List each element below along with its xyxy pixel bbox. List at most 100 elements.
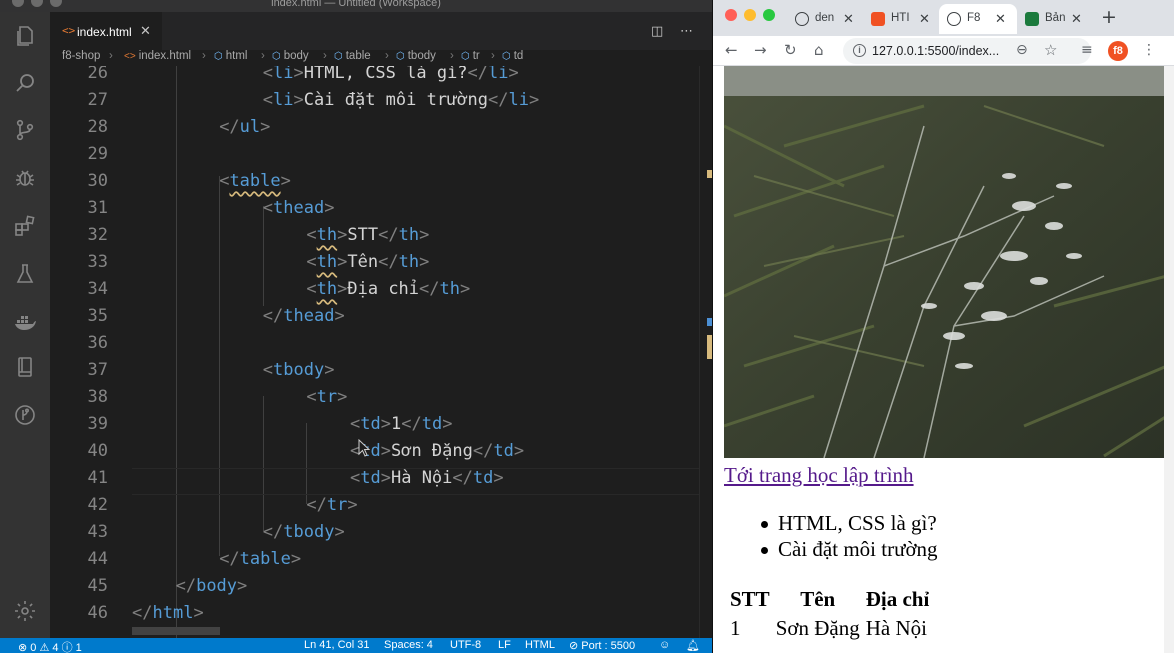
code-text: <td>1</td> (350, 414, 453, 434)
warning-count: 4 (52, 642, 59, 653)
code-line: 42 </tr> (50, 495, 700, 522)
info-icon: ⓘ (61, 642, 73, 653)
line-number: 39 (87, 414, 108, 434)
encoding[interactable]: UTF-8 (450, 639, 481, 651)
element-icon: ⬡ (396, 51, 405, 62)
table-cell: Hà Nội (865, 616, 927, 640)
breadcrumb-item[interactable]: ⬡ tbody (396, 50, 436, 62)
tab-title: HTI (891, 12, 910, 24)
debug-icon[interactable] (13, 166, 37, 190)
tab-close-icon[interactable]: ✕ (140, 24, 151, 39)
line-number: 31 (87, 198, 108, 218)
line-number: 41 (87, 468, 108, 488)
explorer-icon[interactable] (13, 24, 37, 48)
table-header-row: STT Tên Địa chỉ (728, 586, 931, 613)
reload-icon[interactable]: ↻ (784, 41, 797, 59)
code-text: </tr> (306, 495, 358, 515)
list-item: Cài đặt môi trường (724, 537, 938, 563)
breadcrumb-item[interactable]: <> index.html (124, 50, 191, 62)
url-text: 127.0.0.1:5500/index... (872, 44, 1000, 58)
line-number: 35 (87, 306, 108, 326)
feedback-icon[interactable]: ☺ (659, 639, 670, 651)
code-text: <tr> (306, 387, 348, 407)
browser-tab[interactable]: HTI ✕ (863, 4, 939, 34)
code-line: 31 <thead> (50, 198, 700, 225)
code-text: </html> (132, 603, 204, 623)
book-icon[interactable] (13, 355, 37, 379)
cursor-position[interactable]: Ln 41, Col 31 (304, 639, 369, 651)
code-editor[interactable]: 26 <li>HTML, CSS là gì?</li> 27 <li>Cài đặt… (50, 66, 700, 638)
line-number: 44 (87, 549, 108, 569)
live-server-port[interactable]: ⊘ Port : 5500 (569, 639, 635, 652)
browser-tab[interactable]: den ✕ (787, 4, 863, 34)
chevron-right-icon: › (491, 50, 495, 62)
home-icon[interactable]: ⌂ (814, 41, 824, 59)
code-line: 34 <th>Địa chỉ</th> (50, 279, 700, 306)
split-editor-icon[interactable]: ◫ (651, 24, 663, 39)
browser-tab[interactable]: Bản ✕ (1017, 4, 1091, 34)
address-bar[interactable]: i 127.0.0.1:5500/index... ⊖ ☆ (843, 38, 1091, 64)
page-link[interactable]: Tới trang học lập trình (724, 463, 914, 488)
notifications-bell-icon[interactable]: 🔔︎ (686, 639, 700, 652)
horizontal-scrollbar-thumb[interactable] (132, 627, 220, 635)
page-scrollbar-track[interactable] (1164, 66, 1174, 653)
code-text: </thead> (262, 306, 345, 326)
tab-close-icon[interactable]: ✕ (843, 11, 854, 27)
line-number: 27 (87, 90, 108, 110)
bookmark-star-icon[interactable]: ☆ (1044, 41, 1057, 59)
tab-close-icon[interactable]: ✕ (995, 11, 1006, 27)
element-icon: ⬡ (214, 51, 223, 62)
chevron-right-icon: › (109, 50, 113, 62)
code-text: <tbody> (262, 360, 335, 380)
close-window-button[interactable] (725, 9, 737, 21)
minimize-window-button[interactable] (744, 9, 756, 21)
breadcrumb-item[interactable]: f8-shop (62, 50, 100, 62)
reading-list-icon[interactable]: ≡ (1081, 42, 1093, 58)
zoom-icon[interactable]: ⊖ (1016, 42, 1028, 58)
page-bullet-list: HTML, CSS là gì? Cài đặt môi trường (724, 511, 938, 563)
problems-indicator[interactable]: ⊗ 0 ⚠ 4 ⓘ 1 (18, 639, 82, 653)
forward-arrow-icon[interactable]: → (754, 41, 767, 59)
element-icon: ⬡ (461, 51, 470, 62)
code-line: 41 <td>Hà Nội</td> (50, 468, 700, 495)
line-number: 29 (87, 144, 108, 164)
breadcrumb-label: tr (472, 50, 480, 62)
back-arrow-icon[interactable]: ← (725, 41, 738, 59)
error-icon: ⊗ (18, 642, 28, 653)
tab-close-icon[interactable]: ✕ (919, 11, 930, 27)
breadcrumb-label: html (225, 50, 248, 62)
tab-close-icon[interactable]: ✕ (1071, 11, 1082, 27)
zoom-window-button[interactable] (763, 9, 775, 21)
breadcrumb-item[interactable]: ⬡ body (272, 50, 309, 62)
testing-icon[interactable] (13, 262, 37, 286)
more-actions-icon[interactable]: ⋯ (680, 24, 693, 39)
search-icon[interactable] (13, 71, 37, 95)
settings-gear-icon[interactable] (13, 599, 37, 623)
language-mode[interactable]: HTML (525, 639, 555, 651)
indentation[interactable]: Spaces: 4 (384, 639, 433, 651)
page-table: STT Tên Địa chỉ 1 Sơn Đặng Hà Nội (726, 584, 933, 644)
code-line: 35 </thead> (50, 306, 700, 333)
chevron-right-icon: › (202, 50, 206, 62)
menu-kebab-icon[interactable]: ⋮ (1142, 42, 1156, 58)
new-tab-button[interactable]: + (1101, 6, 1117, 28)
code-line: 33 <th>Tên</th> (50, 252, 700, 279)
line-number: 30 (87, 171, 108, 191)
git-graph-icon[interactable] (13, 403, 37, 427)
page-viewport: Tới trang học lập trình HTML, CSS là gì?… (713, 66, 1174, 653)
element-icon: ⬡ (502, 51, 511, 62)
breadcrumb-item[interactable]: ⬡ table (334, 50, 371, 62)
browser-tab-active[interactable]: F8 ✕ (939, 4, 1017, 34)
error-count: 0 (30, 642, 37, 653)
breadcrumb-item[interactable]: ⬡ html (214, 50, 247, 62)
extensions-icon[interactable] (13, 214, 37, 238)
tab-index-html[interactable]: <> index.html ✕ (50, 12, 162, 50)
docker-icon[interactable] (13, 310, 37, 334)
site-info-icon[interactable]: i (853, 44, 866, 57)
breadcrumb-item[interactable]: ⬡ td (502, 50, 523, 62)
line-ending[interactable]: LF (498, 639, 511, 651)
breadcrumb-item[interactable]: ⬡ tr (461, 50, 480, 62)
list-item: HTML, CSS là gì? (724, 511, 938, 537)
f8-extension-icon[interactable]: f8 (1108, 41, 1128, 61)
source-control-icon[interactable] (13, 118, 37, 142)
